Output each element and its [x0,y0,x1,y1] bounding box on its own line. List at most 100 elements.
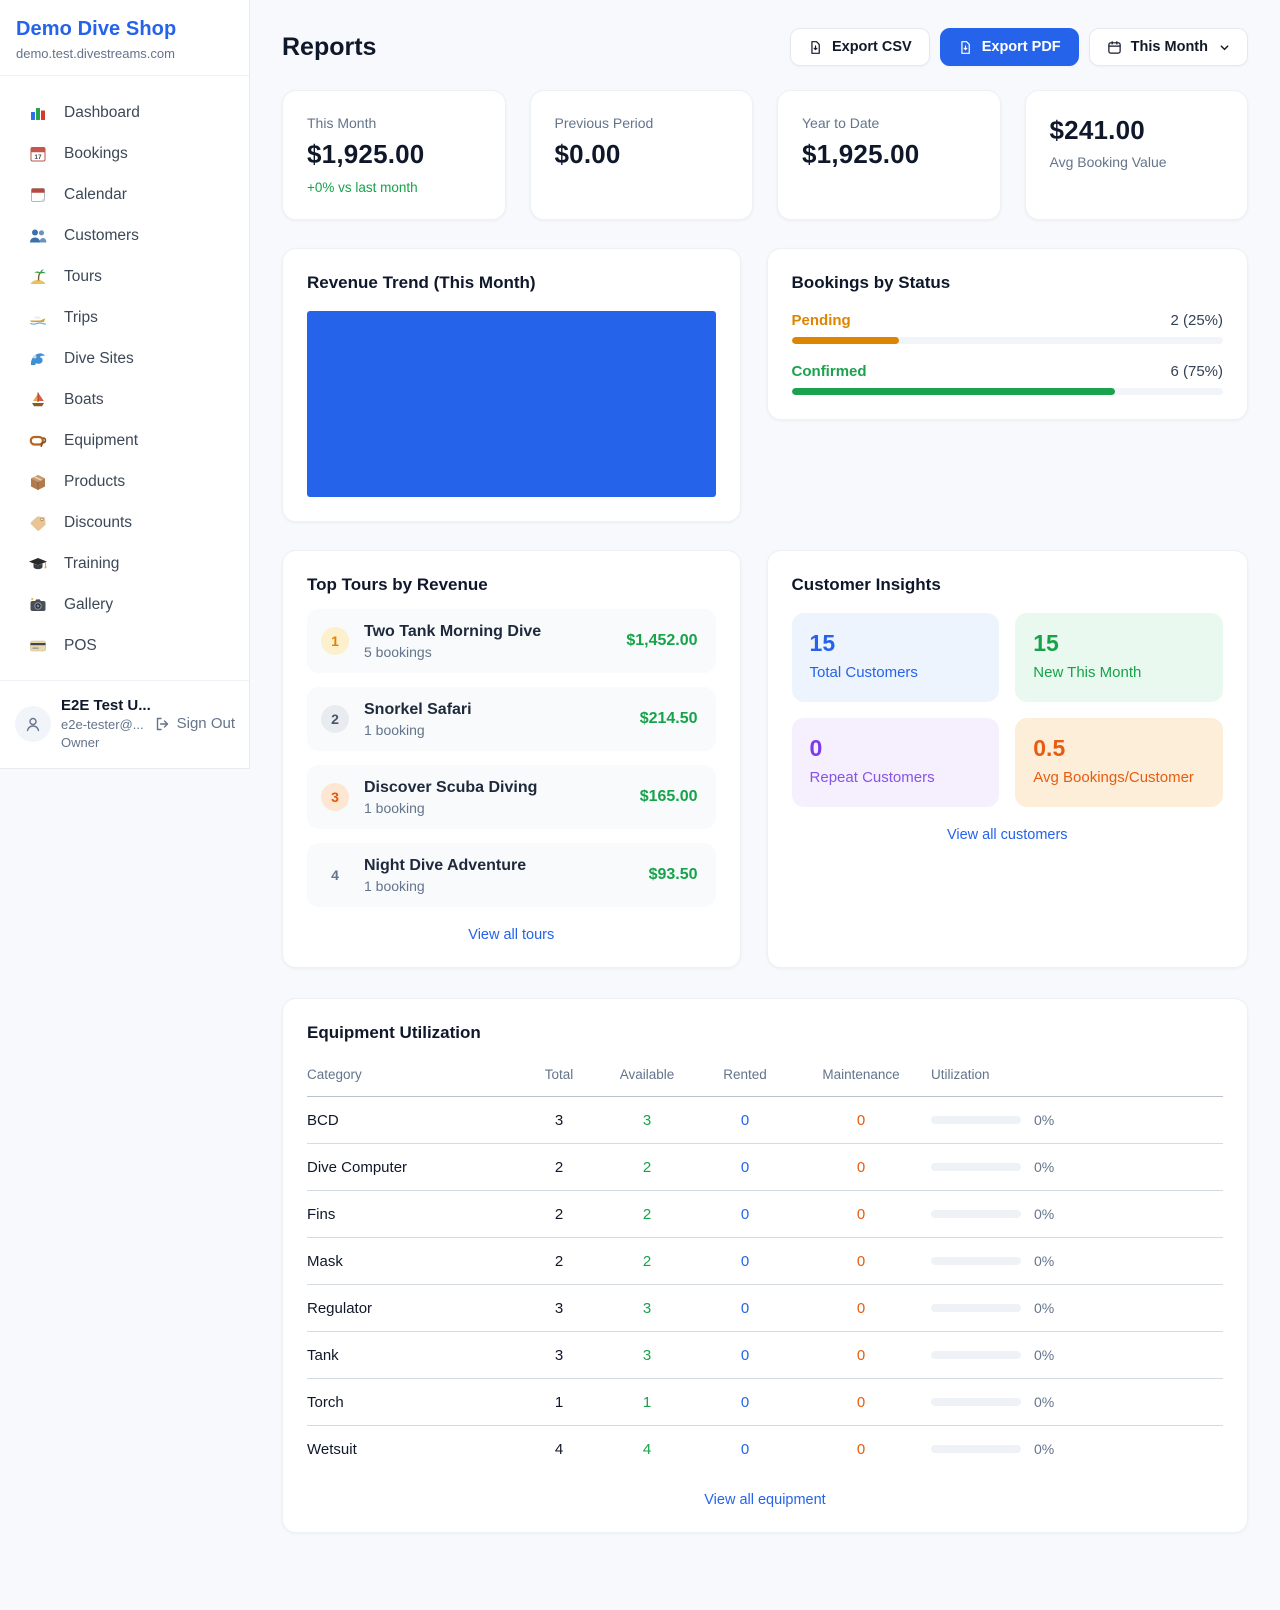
bar-chart-icon [28,103,48,123]
equipment-utilization-card: Equipment Utilization Category Total Ava… [282,998,1248,1533]
sidebar-item-gallery[interactable]: Gallery [0,584,249,625]
sidebar-item-dive-sites[interactable]: Dive Sites [0,338,249,379]
export-pdf-button[interactable]: Export PDF [940,28,1079,66]
sidebar-item-calendar[interactable]: Calendar [0,174,249,215]
sidebar-item-pos[interactable]: POS [0,625,249,666]
insight-repeat-customers: 0 Repeat Customers [792,718,1000,807]
speedboat-icon [28,308,48,328]
export-csv-button[interactable]: Export CSV [790,28,930,66]
cell-rented: 0 [699,1379,791,1426]
tour-revenue: $165.00 [640,788,698,806]
sidebar-item-label: Bookings [64,145,128,163]
stat-value: $241.00 [1050,115,1224,146]
sidebar-item-discounts[interactable]: Discounts [0,502,249,543]
utilization-bar [931,1163,1021,1171]
sign-out-label: Sign Out [177,715,235,732]
tour-name: Night Dive Adventure [364,857,526,875]
insight-value: 15 [810,630,982,657]
sidebar-item-equipment[interactable]: Equipment [0,420,249,461]
tour-row[interactable]: 4 Night Dive Adventure 1 booking $93.50 [307,843,716,907]
sidebar-item-products[interactable]: Products [0,461,249,502]
camera-icon [28,595,48,615]
cell-maintenance: 0 [791,1332,931,1379]
customer-insights-card: Customer Insights 15 Total Customers 15 … [767,550,1248,968]
cell-rented: 0 [699,1097,791,1144]
period-label: This Month [1131,39,1208,55]
sidebar-item-dashboard[interactable]: Dashboard [0,92,249,133]
stat-label: Previous Period [555,115,729,131]
calendar-icon [1107,40,1122,55]
export-csv-label: Export CSV [832,39,912,55]
revenue-trend-card: Revenue Trend (This Month) [282,248,741,522]
tour-revenue: $214.50 [640,710,698,728]
utilization-percent: 0% [1034,1206,1054,1222]
cell-maintenance: 0 [791,1238,931,1285]
utilization-percent: 0% [1034,1253,1054,1269]
insight-new-this-month: 15 New This Month [1015,613,1223,702]
sidebar-item-label: Discounts [64,514,132,532]
utilization-percent: 0% [1034,1394,1054,1410]
rank-badge: 1 [321,627,349,655]
cell-available: 3 [595,1332,699,1379]
progress-fill [792,337,900,344]
sidebar-item-label: Training [64,555,119,573]
sidebar-item-customers[interactable]: Customers [0,215,249,256]
rank-badge: 3 [321,783,349,811]
bookings-by-status-title: Bookings by Status [792,273,1223,293]
sidebar-item-trips[interactable]: Trips [0,297,249,338]
shop-name: Demo Dive Shop [16,18,233,41]
rank-badge: 2 [321,705,349,733]
cell-available: 3 [595,1285,699,1332]
sidebar-item-tours[interactable]: Tours [0,256,249,297]
sidebar-item-boats[interactable]: Boats [0,379,249,420]
sidebar-item-bookings[interactable]: 17 Bookings [0,133,249,174]
sidebar-item-training[interactable]: Training [0,543,249,584]
cell-maintenance: 0 [791,1379,931,1426]
main-content: Reports Export CSV Export PDF This Month… [250,0,1280,1533]
insight-value: 15 [1033,630,1205,657]
status-value: 2 (25%) [1170,312,1223,329]
view-all-customers-link[interactable]: View all customers [792,827,1223,843]
utilization-bar [931,1210,1021,1218]
tour-row[interactable]: 3 Discover Scuba Diving 1 booking $165.0… [307,765,716,829]
people-icon [28,226,48,246]
cell-rented: 0 [699,1332,791,1379]
person-icon [23,714,43,734]
cell-category: Torch [307,1379,523,1426]
sidebar-item-label: Products [64,473,125,491]
tear-calendar-icon [28,185,48,205]
sidebar-item-label: POS [64,637,97,655]
charts-row: Revenue Trend (This Month) Bookings by S… [282,248,1248,522]
utilization-bar [931,1445,1021,1453]
cell-available: 1 [595,1379,699,1426]
stats-row: This Month $1,925.00 +0% vs last month P… [282,90,1248,220]
tour-bookings: 1 booking [364,722,472,738]
view-all-tours-link[interactable]: View all tours [307,927,716,943]
avatar [15,706,51,742]
view-all-equipment-link[interactable]: View all equipment [307,1492,1223,1508]
column-header-category: Category [307,1057,523,1097]
cell-total: 2 [523,1191,595,1238]
cell-available: 2 [595,1144,699,1191]
file-download-icon [808,40,823,55]
cell-utilization: 0% [931,1144,1223,1191]
graduation-cap-icon [28,554,48,574]
column-header-rented: Rented [699,1057,791,1097]
utilization-bar [931,1398,1021,1406]
tour-row[interactable]: 1 Two Tank Morning Dive 5 bookings $1,45… [307,609,716,673]
sidebar-nav: Dashboard 17 Bookings Calendar Customers… [0,76,249,680]
insight-value: 0 [810,735,982,762]
cell-total: 1 [523,1379,595,1426]
status-value: 6 (75%) [1170,363,1223,380]
cell-utilization: 0% [931,1426,1223,1473]
cell-rented: 0 [699,1285,791,1332]
stat-card-avg-booking-value: $241.00 Avg Booking Value [1025,90,1249,220]
cell-rented: 0 [699,1426,791,1473]
equipment-table: Category Total Available Rented Maintena… [307,1057,1223,1472]
period-dropdown[interactable]: This Month [1089,28,1248,66]
sign-out-button[interactable]: Sign Out [154,715,235,732]
status-row-pending: Pending 2 (25%) [792,312,1223,344]
tour-row[interactable]: 2 Snorkel Safari 1 booking $214.50 [307,687,716,751]
utilization-percent: 0% [1034,1347,1054,1363]
utilization-percent: 0% [1034,1112,1054,1128]
